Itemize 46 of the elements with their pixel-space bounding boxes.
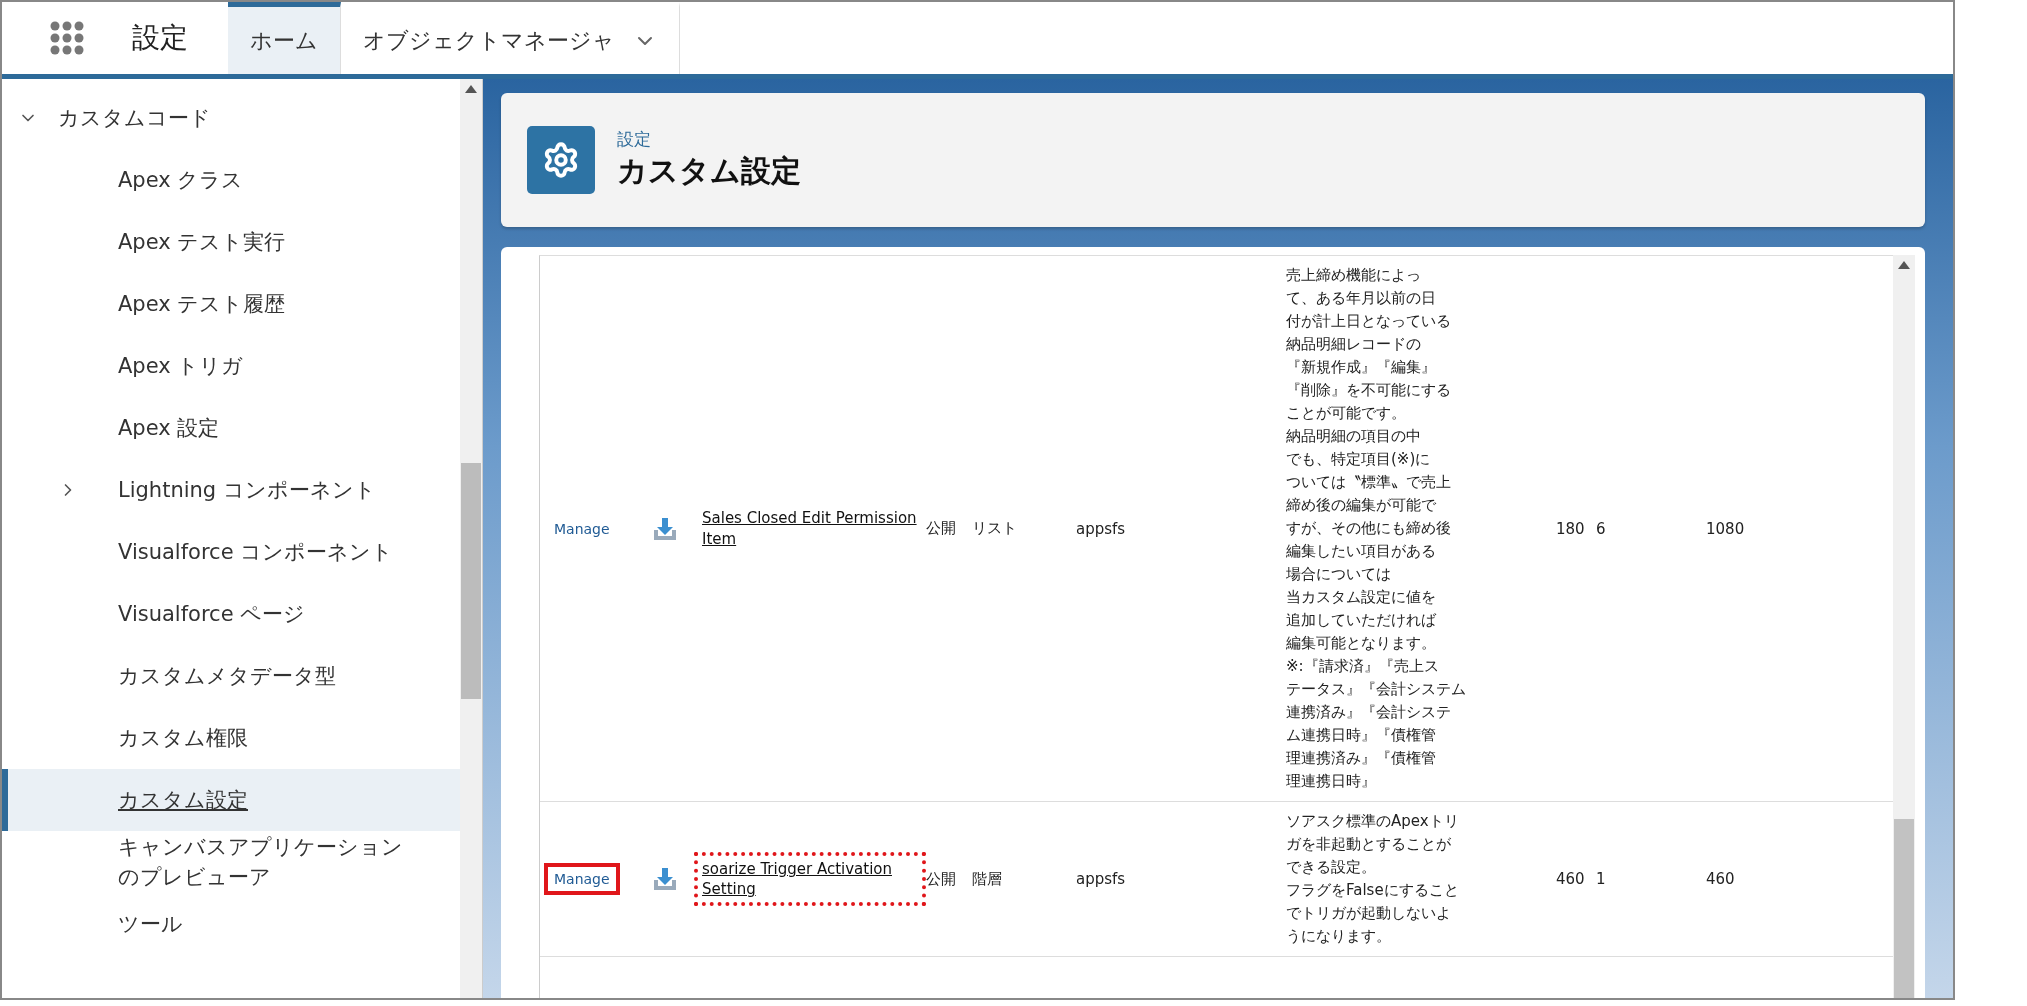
- up-arrow-icon[interactable]: [1898, 261, 1910, 269]
- download-icon: [652, 866, 678, 892]
- sidebar-item[interactable]: Lightning コンポーネント: [2, 459, 460, 521]
- table-cell-text: appsfs: [1076, 519, 1127, 538]
- sidebar-item[interactable]: Apex テスト実行: [2, 211, 460, 273]
- table-cell-text: 公開: [926, 869, 957, 889]
- sidebar-item[interactable]: Apex テスト履歴: [2, 273, 460, 335]
- table-cell-text: リスト: [972, 519, 1018, 538]
- scrollbar[interactable]: [1893, 255, 1915, 998]
- setting-name-link[interactable]: soarize Trigger Activation Setting: [694, 851, 926, 907]
- settings-icon: [527, 126, 595, 194]
- manage-link[interactable]: Manage: [544, 863, 620, 895]
- table-cell-text: 6: [1596, 519, 1607, 538]
- sidebar-item[interactable]: カスタム権限: [2, 707, 460, 769]
- setting-name-link[interactable]: Sales Closed Edit Permission Item: [694, 501, 926, 556]
- sidebar-item[interactable]: カスタムコード: [2, 87, 460, 149]
- table-cell-text: 460: [1706, 870, 1736, 888]
- table-cell-text: 460: [1556, 870, 1586, 888]
- breadcrumb: 設定: [617, 128, 652, 151]
- app-launcher-icon[interactable]: [50, 21, 84, 55]
- download-icon: [652, 515, 678, 542]
- sidebar-item[interactable]: カスタム設定: [2, 769, 460, 831]
- manage-link[interactable]: Manage: [544, 512, 620, 545]
- scrollbar-thumb[interactable]: [461, 463, 481, 699]
- sidebar-item[interactable]: カスタムメタデータ型: [2, 645, 460, 707]
- sidebar-item[interactable]: Visualforce ページ: [2, 583, 460, 645]
- sidebar-item[interactable]: Apex 設定: [2, 397, 460, 459]
- table-cell-text: 階層: [972, 869, 1003, 889]
- app-title: 設定: [132, 20, 189, 56]
- table-cell-text: 1080: [1706, 519, 1746, 538]
- sidebar-item[interactable]: Apex クラス: [2, 149, 460, 211]
- up-arrow-icon[interactable]: [465, 85, 477, 93]
- sidebar-item[interactable]: Apex トリガ: [2, 335, 460, 397]
- table-cell-text: 180: [1556, 519, 1586, 538]
- nav-tab[interactable]: ホーム: [228, 2, 341, 74]
- table-cell-text: appsfs: [1076, 870, 1127, 888]
- scrollbar-thumb[interactable]: [1894, 819, 1914, 998]
- description-cell-text: ソアスク標準のApexトリ ガを非起動とすることが できる設定。 フラグをFalseにすること でトリガが起動しないよ うになります。: [1286, 811, 1460, 947]
- page-title: カスタム設定: [617, 152, 801, 190]
- sidebar-item[interactable]: Visualforce コンポーネント: [2, 521, 460, 583]
- table-cell-text: 公開: [926, 519, 957, 538]
- description-cell-text: 売上締め機能によっ て、ある年月以前の日 付が計上日となっている 納品明細レコードの 『新規作成』『編集』 『削除』を不可能にする ことが可能です。 納品明細の項目の中 でも、特定項目(※)に ついては〝標準〟で売上 締め後の編集が可能で すが、その他にも締め後 編集したい項目がある 場合については 当カスタム設定に値を 追加していただければ 編集可能となります。 ※:『請求済』『売上ス テータス』『会計システム 連携済み』『会計システ ム連携日時』『債権管 理連携済み』『債権管 理連携日時』: [1286, 265, 1467, 792]
- scrollbar[interactable]: [460, 79, 482, 998]
- sidebar-item[interactable]: キャンバスアプリケーションのプレビューア: [2, 831, 460, 893]
- table-cell-text: 1: [1596, 870, 1607, 888]
- sidebar-item[interactable]: ツール: [2, 893, 460, 955]
